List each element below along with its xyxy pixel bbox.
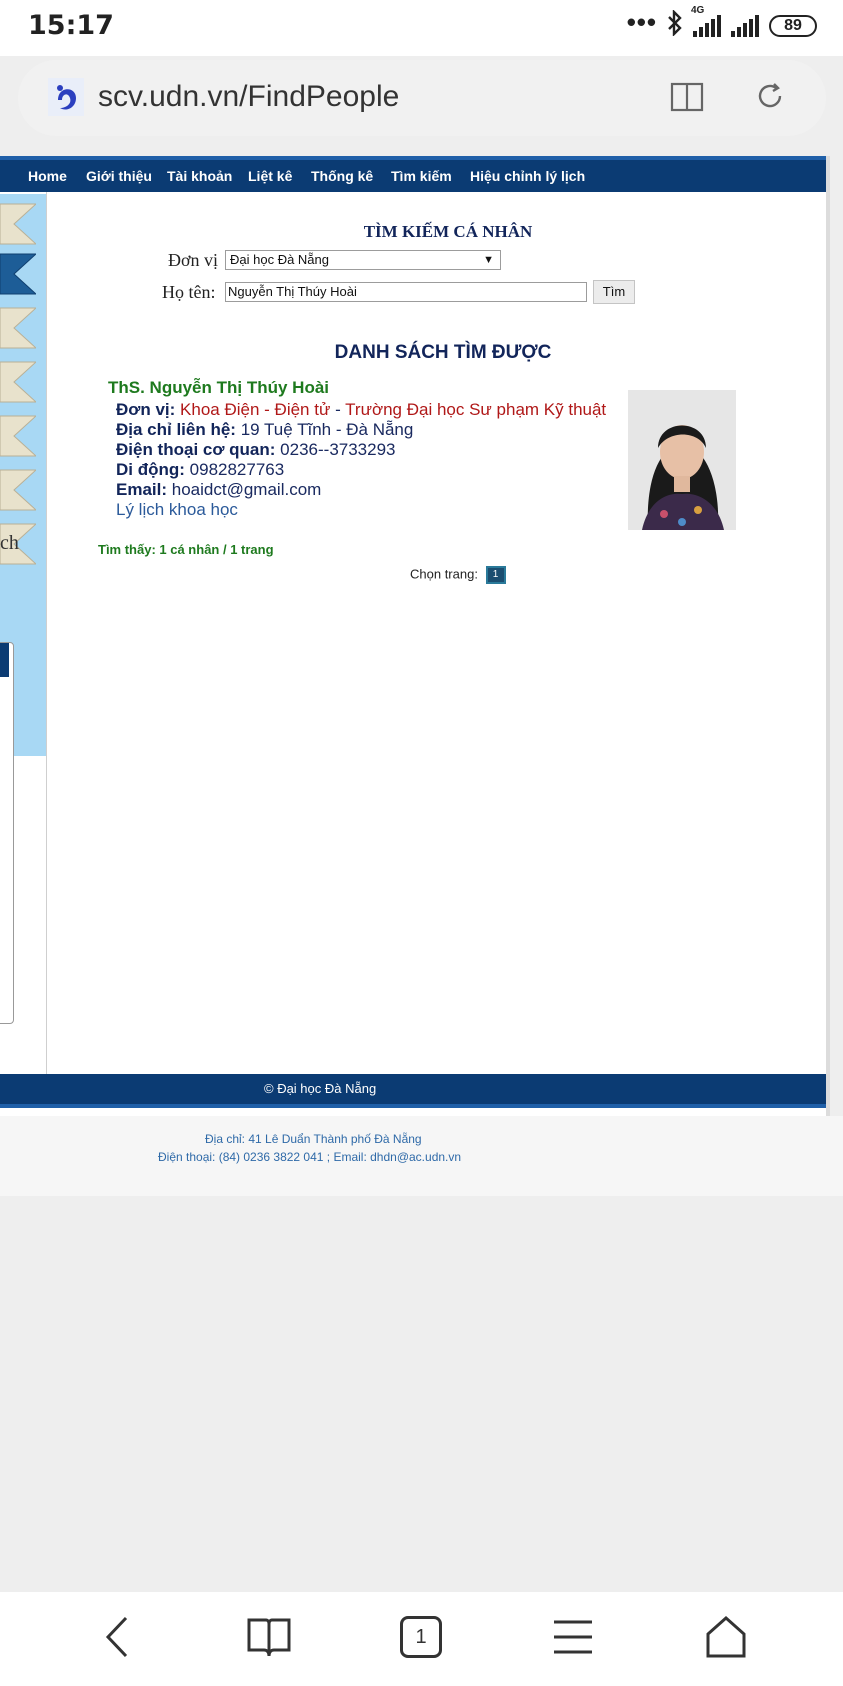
cv-link[interactable]: Lý lịch khoa học: [116, 500, 238, 519]
reload-icon[interactable]: [754, 80, 786, 117]
sidebar-panel: [0, 642, 14, 1024]
page-right-edge: [826, 156, 830, 1192]
person-unit-faculty: Khoa Điện - Điện tử: [180, 400, 331, 419]
nav-gioi-thieu[interactable]: Giới thiệu: [86, 168, 152, 184]
search-title: TÌM KIẾM CÁ NHÂN: [363, 222, 533, 241]
dropdown-arrow-icon: ▼: [483, 254, 494, 266]
tabs-count-button[interactable]: 1: [400, 1616, 442, 1658]
footer-address: Địa chỉ: 41 Lê Duẩn Thành phố Đà Nẵng: [205, 1132, 422, 1146]
person-address-label: Địa chỉ liên hệ:: [116, 420, 236, 439]
footer-copyright: © Đại học Đà Nẵng: [264, 1081, 377, 1096]
page-selector: Chọn trang: 1: [410, 566, 506, 584]
person-email: hoaidct@gmail.com: [171, 480, 322, 499]
nav-home[interactable]: Home: [28, 168, 67, 184]
footer-bar: © Đại học Đà Nẵng: [0, 1074, 826, 1108]
person-photo: [628, 390, 736, 530]
person-unit-label: Đơn vị:: [116, 400, 176, 419]
person-cv-row: Lý lịch khoa học: [116, 500, 238, 520]
person-unit-separator: -: [330, 400, 346, 419]
page-select-label: Chọn trang:: [410, 566, 478, 582]
nav-tim-kiem[interactable]: Tìm kiếm: [391, 168, 452, 184]
reader-mode-icon[interactable]: [670, 82, 704, 117]
person-office-phone-label: Điện thoại cơ quan:: [116, 440, 276, 459]
unit-select[interactable]: Đại học Đà Nẵng ▼: [225, 250, 501, 270]
person-address: 19 Tuệ Tĩnh - Đà Nẵng: [240, 420, 414, 439]
person-address-row: Địa chỉ liên hệ: 19 Tuệ Tĩnh - Đà Nẵng: [116, 420, 413, 440]
mobile-signal-4g-icon: 4G: [691, 5, 721, 37]
status-icons: ••• 4G 89: [627, 5, 817, 43]
person-office-phone: 0236--3733293: [280, 440, 396, 459]
person-name: ThS. Nguyễn Thị Thúy Hoài: [108, 378, 329, 397]
more-dots-icon: •••: [626, 6, 657, 37]
sidebar-partial-label: ch: [0, 532, 19, 554]
status-bar: 15:17 ••• 4G 89: [0, 0, 843, 56]
back-icon[interactable]: [100, 1614, 134, 1665]
person-unit-row: Đơn vị: Khoa Điện - Điện tử - Trường Đại…: [116, 400, 606, 420]
battery-indicator: 89: [769, 15, 817, 37]
name-input[interactable]: Nguyễn Thị Thúy Hoài: [225, 282, 587, 302]
sidebar-panel-header: [0, 643, 9, 677]
unit-select-value: Đại học Đà Nẵng: [230, 252, 329, 267]
nav-tai-khoan[interactable]: Tài khoản: [167, 168, 232, 184]
sidebar-tab-6[interactable]: [0, 468, 36, 512]
results-title: DANH SÁCH TÌM ĐƯỢC: [334, 342, 552, 363]
url-text[interactable]: scv.udn.vn/FindPeople: [98, 80, 399, 114]
home-icon[interactable]: [704, 1614, 748, 1665]
name-label: Họ tên:: [162, 282, 216, 302]
sidebar-tab-5[interactable]: [0, 414, 36, 458]
footer-address-area: Địa chỉ: 41 Lê Duẩn Thành phố Đà Nẵng Đi…: [0, 1116, 843, 1196]
bookmarks-icon[interactable]: [246, 1614, 292, 1665]
top-navigation: Home Giới thiệu Tài khoản Liệt kê Thống …: [0, 156, 826, 192]
mobile-signal-icon: [731, 15, 759, 37]
site-favicon-icon: [48, 78, 84, 116]
signal-label: 4G: [691, 5, 705, 16]
sidebar-tab-4[interactable]: [0, 360, 36, 404]
nav-liet-ke[interactable]: Liệt kê: [248, 168, 292, 184]
person-office-phone-row: Điện thoại cơ quan: 0236--3733293: [116, 440, 396, 460]
found-count: Tìm thấy: 1 cá nhân / 1 trang: [98, 542, 274, 557]
address-bar[interactable]: scv.udn.vn/FindPeople: [18, 60, 826, 136]
person-unit-school: Trường Đại học Sư phạm Kỹ thuật: [345, 400, 607, 419]
person-mobile: 0982827763: [189, 460, 285, 479]
nav-hieu-chinh-ly-lich[interactable]: Hiệu chỉnh lý lịch: [470, 168, 585, 184]
content-divider: [46, 192, 47, 1074]
person-mobile-row: Di động: 0982827763: [116, 460, 284, 480]
web-page: Home Giới thiệu Tài khoản Liệt kê Thống …: [0, 156, 826, 1116]
person-email-label: Email:: [116, 480, 168, 499]
page-number-button[interactable]: 1: [485, 566, 506, 584]
person-email-row: Email: hoaidct@gmail.com: [116, 480, 321, 500]
unit-label: Đơn vị: [168, 250, 219, 270]
bluetooth-icon: [667, 8, 683, 43]
person-mobile-label: Di động:: [116, 460, 185, 479]
status-time: 15:17: [28, 10, 114, 41]
browser-bottom-nav: 1: [0, 1592, 843, 1686]
menu-icon[interactable]: [552, 1614, 594, 1665]
sidebar-tab-2-active[interactable]: [0, 252, 36, 296]
footer-contact: Điện thoại: (84) 0236 3822 041 ; Email: …: [158, 1150, 462, 1164]
nav-thong-ke[interactable]: Thống kê: [311, 168, 373, 184]
search-button[interactable]: Tìm: [593, 280, 635, 304]
